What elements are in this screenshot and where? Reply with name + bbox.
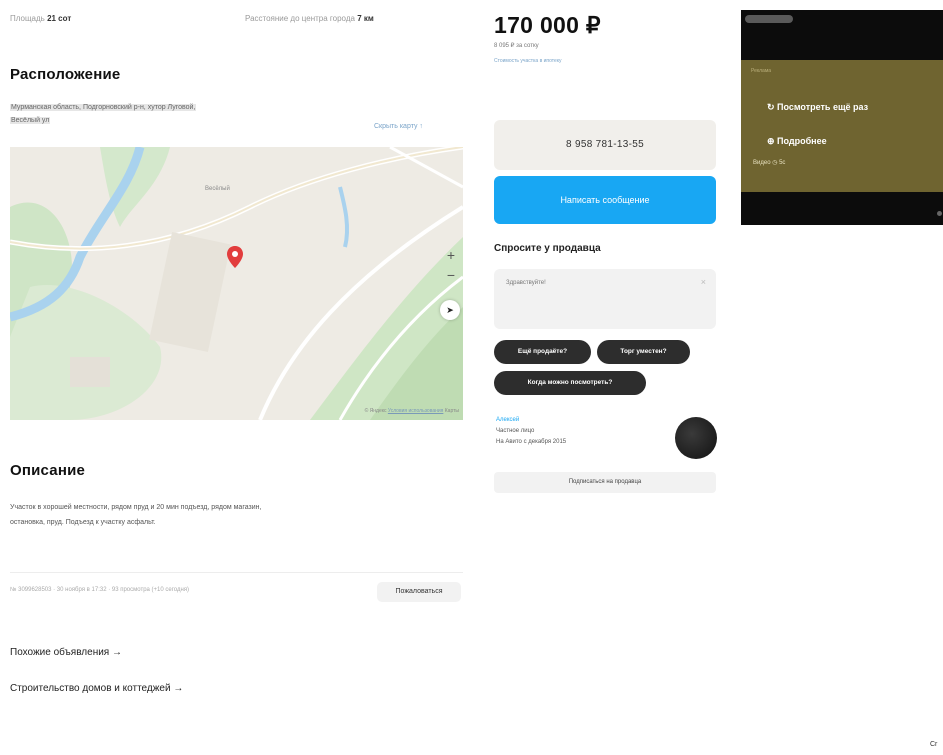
similar-ads-link[interactable]: Похожие объявления → [10,647,122,658]
area-info: Площадь 21 сот [10,14,72,23]
subscribe-button[interactable]: Подписаться на продавца [494,472,716,493]
ad-badge [745,15,793,23]
geolocation-button[interactable]: ➤ [440,300,460,320]
distance-info: Расстояние до центра города 7 км [245,14,374,23]
quick-question-chip[interactable]: Торг уместен? [597,340,690,364]
ask-placeholder: Здравствуйте! [506,280,546,286]
map[interactable]: Весёлый + − ➤ © Яндекс Условия использов… [10,147,463,420]
map-canvas: Весёлый [10,147,463,420]
address-line1: Мурманская область, Подгорновский р-н, х… [10,104,197,111]
phone-button[interactable]: 8 958 781-13-55 [494,120,716,170]
corner-text: Cr [930,741,938,748]
price-link[interactable]: Стоимость участка в ипотеку [494,58,562,64]
svg-text:Весёлый: Весёлый [205,185,230,192]
description-title: Описание [10,462,86,479]
ad-top-text: Реклама [751,68,772,74]
map-terms-link[interactable]: Условия использования [388,408,444,414]
clear-icon[interactable]: × [701,277,706,287]
ad-label: Видео ◷ 5с [753,160,786,166]
quick-question-chip[interactable]: Когда можно посмотреть? [494,371,646,395]
zoom-out-button[interactable]: − [442,266,460,284]
price-per-unit: 8 095 ₽ за сотку [494,43,539,49]
description-text: Участок в хорошей местности, рядом пруд … [10,504,262,526]
replay-button[interactable]: ↻ Посмотреть ещё раз [767,102,868,113]
quick-question-chip[interactable]: Ещё продаёте? [494,340,591,364]
report-button[interactable]: Пожаловаться [377,582,461,602]
video-ad[interactable]: Реклама ↻ Посмотреть ещё раз ⊕ Подробнее… [741,10,943,225]
ask-seller-title: Спросите у продавца [494,243,601,254]
address: Мурманская область, Подгорновский р-н, х… [10,101,335,127]
divider [10,572,463,573]
ask-seller-input[interactable]: Здравствуйте! × [494,269,716,329]
video-overlay: Реклама ↻ Посмотреть ещё раз ⊕ Подробнее… [741,60,943,192]
more-button[interactable]: ⊕ Подробнее [767,136,827,147]
seller-avatar[interactable] [675,417,717,459]
seller-since: На Авито с декабря 2015 [496,439,567,445]
construction-link[interactable]: Строительство домов и коттеджей → [10,683,183,694]
map-attribution: © Яндекс Условия использования Карты [364,408,459,414]
ad-meta: № 3099628503 · 30 ноября в 17:32 · 93 пр… [10,587,190,593]
price: 170 000 ₽ [494,12,601,38]
dot-icon [937,211,942,216]
write-message-button[interactable]: Написать сообщение [494,176,716,224]
address-line2: Весёлый ул [10,117,51,124]
seller-type: Частное лицо [496,428,535,434]
seller-name-link[interactable]: Алексей [496,417,519,423]
navigation-arrow-icon: ➤ [446,305,454,315]
zoom-in-button[interactable]: + [442,246,460,264]
location-title: Расположение [10,66,121,83]
top-meta: Площадь 21 сот Расстояние до центра горо… [10,14,460,28]
hide-map-link[interactable]: Скрыть карту ↑ [374,123,423,130]
